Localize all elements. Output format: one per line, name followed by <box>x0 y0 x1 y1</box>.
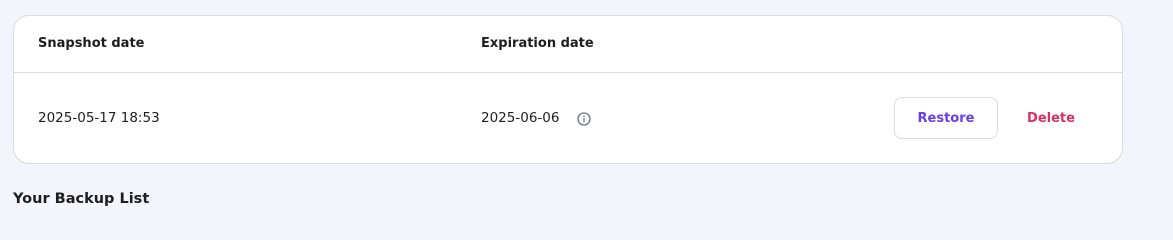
column-header-snapshot-date: Snapshot date <box>38 36 145 51</box>
delete-button[interactable]: Delete <box>1010 97 1092 139</box>
backup-list-title: Your Backup List <box>13 191 150 207</box>
column-header-expiration-date: Expiration date <box>481 36 594 51</box>
table-row: 2025-05-17 18:53 2025-06-06 Restore Dele… <box>14 73 1122 163</box>
snapshot-date-cell: 2025-05-17 18:53 <box>38 110 160 126</box>
info-circle-icon-graphic <box>577 112 591 126</box>
expiration-date-cell: 2025-06-06 <box>481 110 560 126</box>
table-header: Snapshot date Expiration date <box>14 16 1122 73</box>
restore-button[interactable]: Restore <box>894 97 998 139</box>
info-circle-icon[interactable] <box>577 111 591 126</box>
snapshot-table-card: Snapshot date Expiration date 2025-05-17… <box>13 15 1123 164</box>
